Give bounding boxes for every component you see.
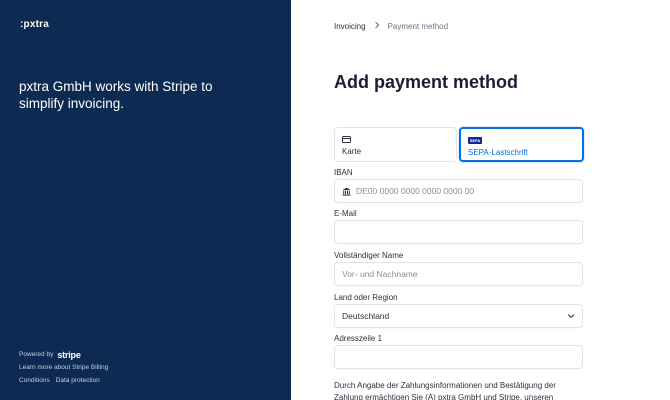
iban-field[interactable] [334,179,583,203]
footer-links-row: Conditions Data protection [19,374,108,387]
learn-more-row: Learn more about Stripe Billing [19,361,108,374]
breadcrumb: Invoicing Payment method [334,21,448,31]
tab-card[interactable]: Karte [334,127,457,162]
mandate-text: Durch Angabe der Zahlungsinformationen u… [334,381,556,400]
country-select[interactable]: Deutschland [334,304,583,328]
name-label: Vollständiger Name [334,251,404,260]
payment-method-tabs: Karte SEPA SEPA-Lastschrift [334,127,584,162]
name-input[interactable] [342,269,575,279]
tab-sepa-label: SEPA-Lastschrift [468,148,528,157]
email-input[interactable] [342,227,575,237]
card-icon [342,135,351,143]
breadcrumb-invoicing[interactable]: Invoicing [334,22,366,31]
sepa-icon: SEPA [468,136,482,144]
address1-field[interactable] [334,345,583,369]
address1-input[interactable] [342,352,575,362]
chevron-right-icon [374,21,380,31]
breadcrumb-current: Payment method [387,21,449,31]
brand-footer: Powered by stripe Learn more about Strip… [19,348,108,387]
name-field[interactable] [334,262,583,286]
brand-tagline: pxtra GmbH works with Stripe to simplify… [19,79,213,111]
data-protection-link[interactable]: Data protection [56,377,100,384]
form-panel: Invoicing Payment method Add payment met… [291,0,670,400]
learn-more-link[interactable]: Learn more about Stripe Billing [19,364,108,371]
tab-sepa[interactable]: SEPA SEPA-Lastschrift [459,127,584,162]
address1-label: Adresszeile 1 [334,334,383,343]
page-title: Add payment method [334,72,519,92]
tab-card-label: Karte [342,147,362,156]
stripe-logo[interactable]: stripe [57,350,81,360]
brand-panel: :pxtra pxtra GmbH works with Stripe to s… [0,0,291,400]
iban-label: IBAN [334,168,353,177]
powered-by: Powered by stripe [19,348,108,361]
country-label: Land oder Region [334,293,398,302]
iban-input[interactable] [356,186,575,196]
email-field[interactable] [334,220,583,244]
pxtra-logo: :pxtra [20,19,49,30]
powered-by-label: Powered by [19,351,54,358]
bank-icon [342,187,351,196]
country-value: Deutschland [342,311,390,321]
email-label: E-Mail [334,209,357,218]
chevron-down-icon [567,312,575,320]
conditions-link[interactable]: Conditions [19,377,50,384]
